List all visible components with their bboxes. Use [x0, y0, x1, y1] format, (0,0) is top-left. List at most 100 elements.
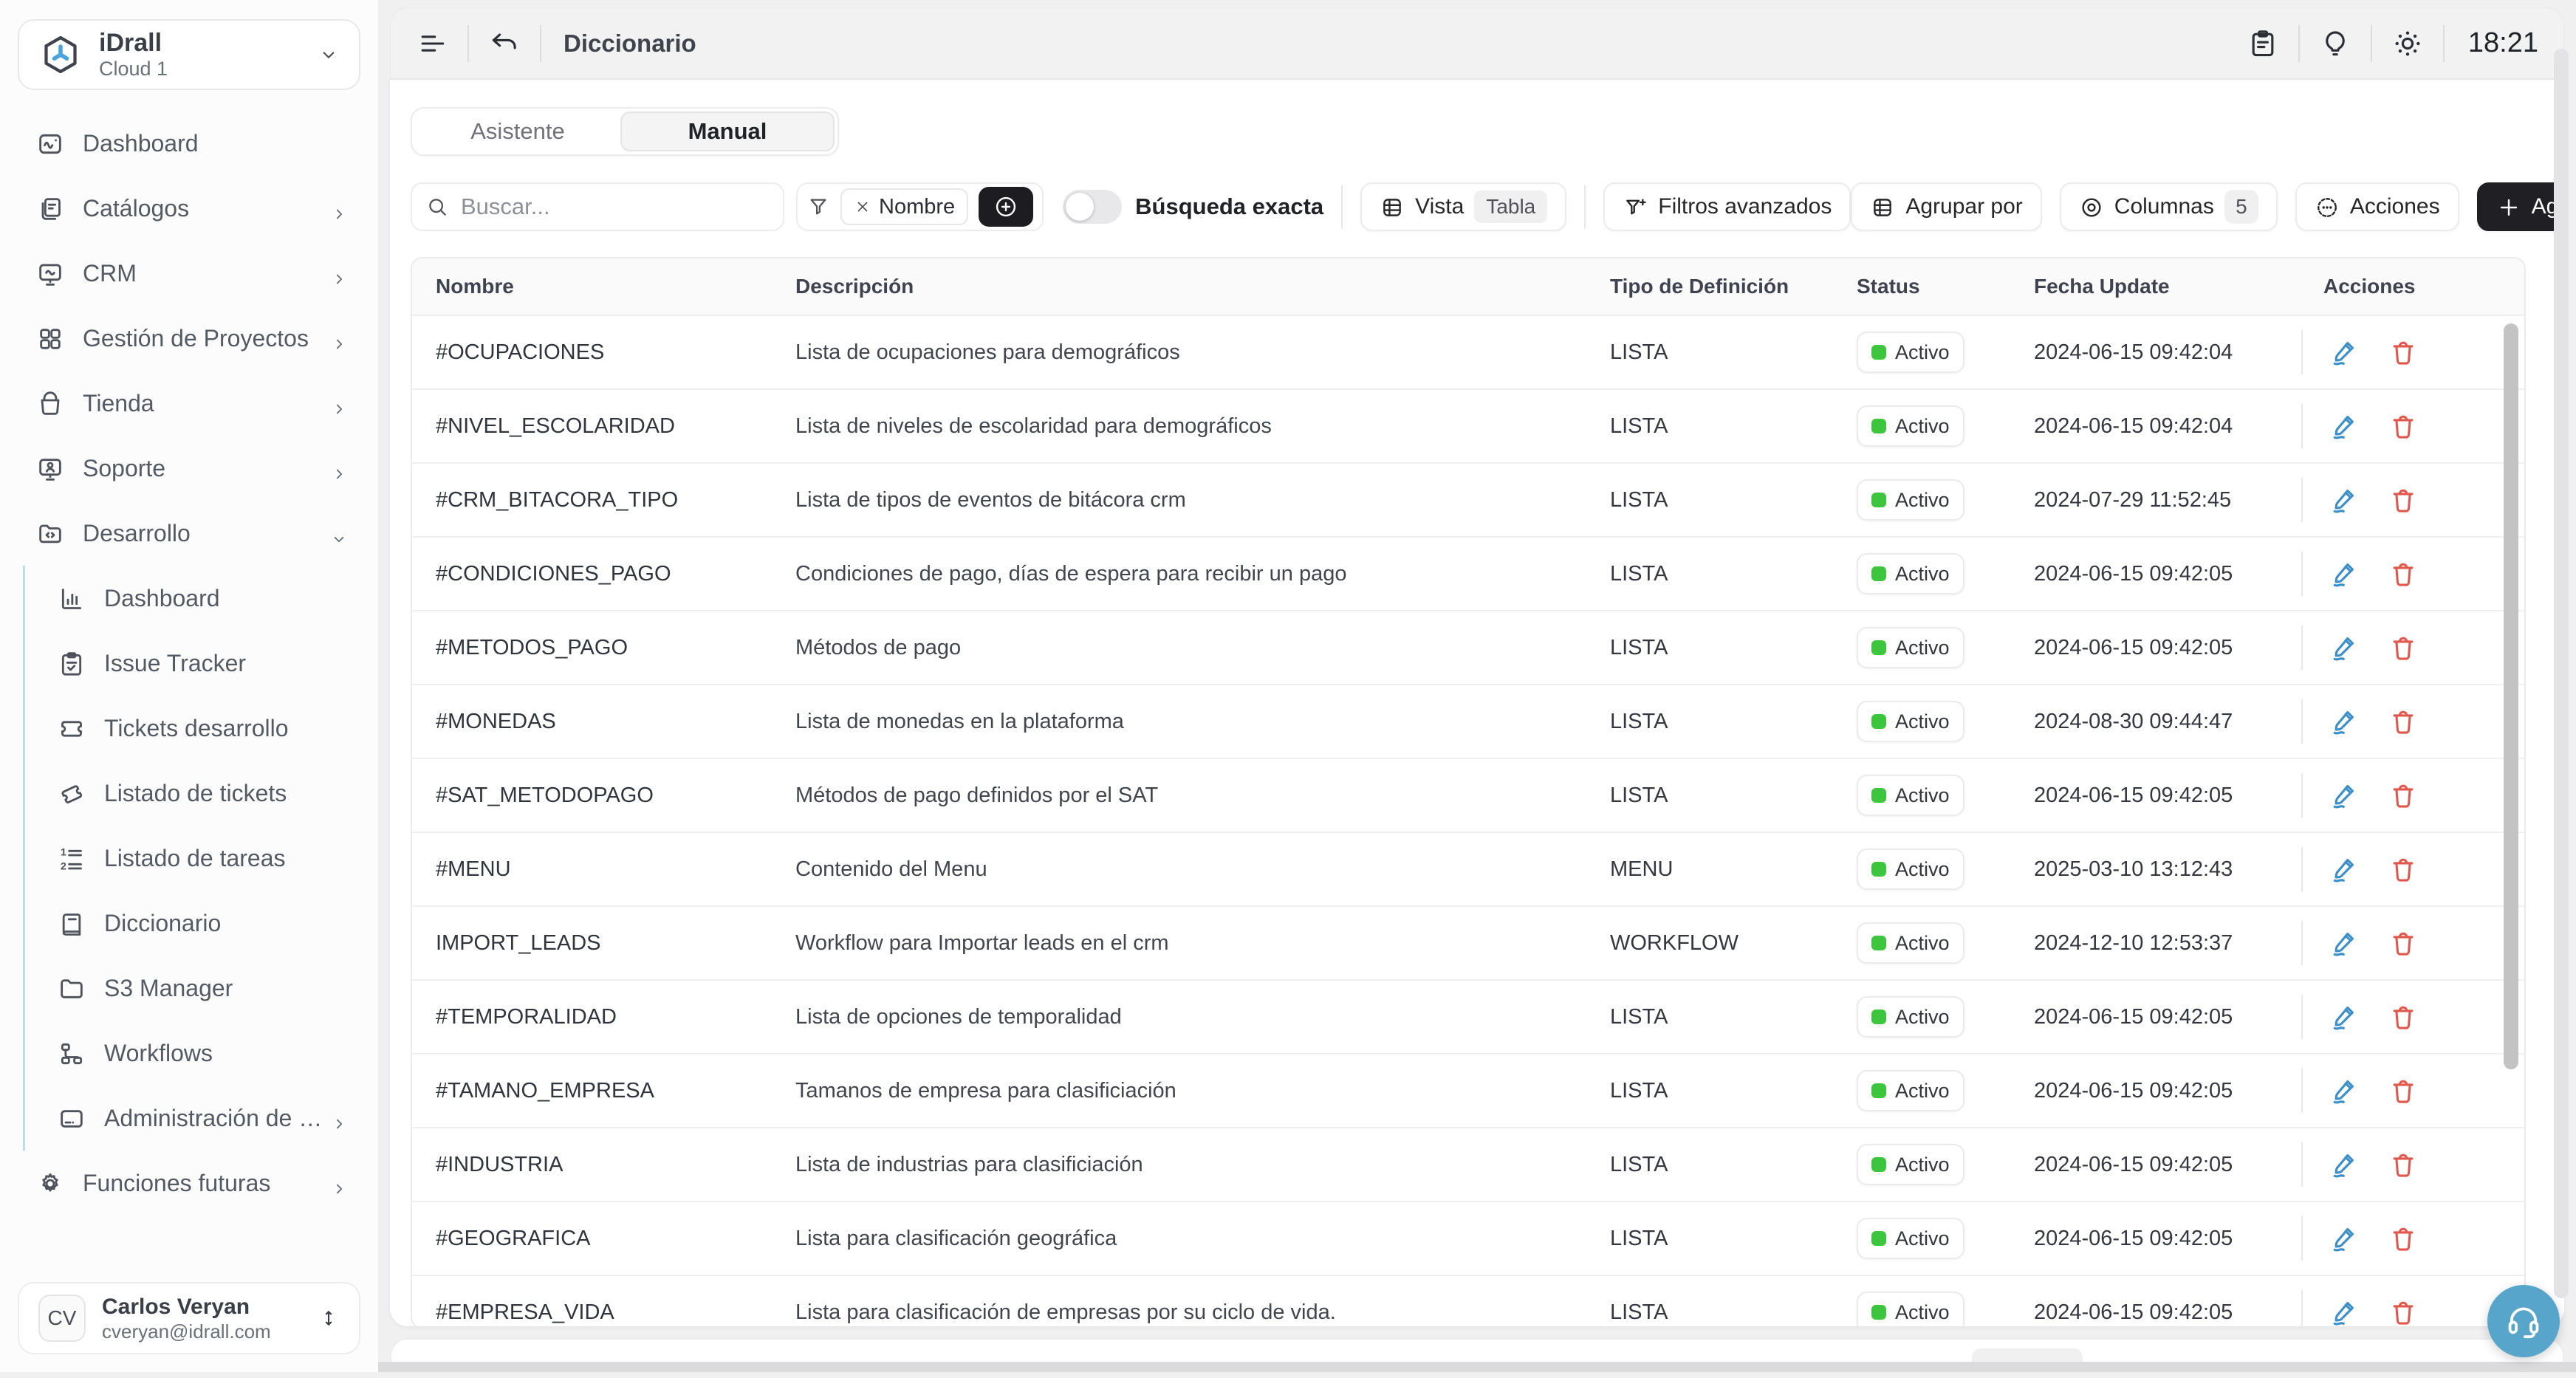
divider — [2301, 773, 2303, 817]
table-row[interactable]: #METODOS_PAGOMétodos de pagoLISTAActivo2… — [412, 611, 2524, 685]
trash-icon[interactable] — [2387, 484, 2419, 516]
chevron-right-icon — [329, 1108, 349, 1128]
s3-icon — [57, 973, 86, 1003]
trash-icon[interactable] — [2387, 779, 2419, 812]
table-row[interactable]: #SAT_METODOPAGOMétodos de pago definidos… — [412, 759, 2524, 833]
edit-icon[interactable] — [2328, 410, 2360, 442]
edit-icon[interactable] — [2328, 1001, 2360, 1033]
table-row[interactable]: #TEMPORALIDADLista de opciones de tempor… — [412, 981, 2524, 1055]
edit-icon[interactable] — [2328, 336, 2360, 369]
tab-manual[interactable]: Manual — [620, 112, 835, 151]
columns-button[interactable]: Columnas 5 — [2060, 182, 2278, 231]
table-row[interactable]: #OCUPACIONESLista de ocupaciones para de… — [412, 316, 2524, 390]
sidebar-item-listado-de-tareas[interactable]: 12Listado de tareas — [25, 826, 378, 891]
status-dot-icon — [1871, 640, 1886, 655]
window-scrollbar[interactable] — [2554, 49, 2569, 1298]
add-button[interactable]: Agregar — [2477, 182, 2564, 231]
trash-icon[interactable] — [2387, 1001, 2419, 1033]
table-scrollbar[interactable] — [2504, 323, 2518, 1069]
filter-chip-nombre[interactable]: Nombre — [840, 188, 968, 225]
table-row[interactable]: IMPORT_LEADSWorkflow para Importar leads… — [412, 907, 2524, 981]
sidebar-item-funciones-futuras[interactable]: Funciones futuras — [0, 1151, 378, 1216]
close-icon[interactable] — [854, 198, 871, 216]
edit-icon[interactable] — [2328, 1148, 2360, 1181]
edit-icon[interactable] — [2328, 779, 2360, 812]
header-fecha[interactable]: Fecha Update — [2034, 275, 2301, 298]
sidebar-item-soporte[interactable]: Soporte — [0, 436, 378, 501]
sidebar-item-tickets-desarrollo[interactable]: Tickets desarrollo — [25, 696, 378, 761]
table-row[interactable]: #MONEDASLista de monedas en la plataform… — [412, 685, 2524, 759]
user-menu[interactable]: CV Carlos Veryan cveryan@idrall.com — [18, 1282, 360, 1354]
edit-icon[interactable] — [2328, 1074, 2360, 1107]
trash-icon[interactable] — [2387, 336, 2419, 369]
table-row[interactable]: #CRM_BITACORA_TIPOLista de tipos de even… — [412, 464, 2524, 538]
table-row[interactable]: #TAMANO_EMPRESATamanos de empresa para c… — [412, 1055, 2524, 1128]
trash-icon[interactable] — [2387, 1296, 2419, 1326]
sidebar-item-listado-de-tickets[interactable]: Listado de tickets — [25, 761, 378, 826]
sidebar-item-s3-manager[interactable]: S3 Manager — [25, 956, 378, 1021]
sidebar-item-dashboard[interactable]: Dashboard — [0, 111, 378, 176]
edit-icon[interactable] — [2328, 927, 2360, 959]
sidebar-item-tienda[interactable]: Tienda — [0, 371, 378, 436]
chevron-down-icon — [329, 524, 349, 543]
header-nombre[interactable]: Nombre — [436, 275, 795, 298]
table-row[interactable]: #MENUContenido del MenuMENUActivo2025-03… — [412, 833, 2524, 907]
sidebar-item-gesti-n-de-proyectos[interactable]: Gestión de Proyectos — [0, 306, 378, 371]
edit-icon[interactable] — [2328, 558, 2360, 590]
table-row[interactable]: #GEOGRAFICALista para clasificación geog… — [412, 1202, 2524, 1276]
toolbar: Nombre Búsqueda exacta Vista Tabla Filtr… — [411, 182, 2544, 231]
edit-icon[interactable] — [2328, 1222, 2360, 1255]
edit-icon[interactable] — [2328, 853, 2360, 885]
add-filter-button[interactable] — [979, 187, 1033, 227]
sidebar-item-desarrollo[interactable]: Desarrollo — [0, 501, 378, 566]
trash-icon[interactable] — [2387, 1074, 2419, 1107]
header-status[interactable]: Status — [1857, 275, 2034, 298]
edit-icon[interactable] — [2328, 484, 2360, 516]
sidebar-item-administraci-n-de-us-[interactable]: Administración de us... — [25, 1086, 378, 1151]
sidebar-item-issue-tracker[interactable]: Issue Tracker — [25, 631, 378, 696]
sidebar-item-workflows[interactable]: Workflows — [25, 1021, 378, 1086]
cell-tipo: LISTA — [1610, 562, 1857, 586]
advanced-filters-button[interactable]: Filtros avanzados — [1603, 182, 1851, 231]
sidebar-item-cat-logos[interactable]: Catálogos — [0, 176, 378, 241]
table-row[interactable]: #EMPRESA_VIDALista para clasificación de… — [412, 1276, 2524, 1326]
view-button[interactable]: Vista Tabla — [1360, 182, 1566, 231]
sidebar-item-crm[interactable]: CRM — [0, 241, 378, 306]
table-row[interactable]: #INDUSTRIALista de industrias para clasi… — [412, 1128, 2524, 1202]
trash-icon[interactable] — [2387, 1222, 2419, 1255]
trash-icon[interactable] — [2387, 705, 2419, 738]
clipboard-icon[interactable] — [2247, 27, 2279, 60]
workspace-switcher[interactable]: iDrall Cloud 1 — [18, 19, 360, 90]
actions-button[interactable]: Acciones — [2295, 182, 2459, 231]
trash-icon[interactable] — [2387, 631, 2419, 664]
cell-acciones — [2301, 921, 2524, 965]
group-by-button[interactable]: Agrupar por — [1851, 182, 2041, 231]
trash-icon[interactable] — [2387, 558, 2419, 590]
trash-icon[interactable] — [2387, 853, 2419, 885]
table-row[interactable]: #NIVEL_ESCOLARIDADLista de niveles de es… — [412, 390, 2524, 464]
divider — [2371, 25, 2372, 62]
trash-icon[interactable] — [2387, 927, 2419, 959]
tab-asistente[interactable]: Asistente — [415, 112, 620, 151]
support-fab-button[interactable] — [2487, 1285, 2560, 1357]
table-row[interactable]: #CONDICIONES_PAGOCondiciones de pago, dí… — [412, 538, 2524, 611]
columns-visibility-icon — [2079, 194, 2104, 219]
edit-icon[interactable] — [2328, 631, 2360, 664]
header-descripcion[interactable]: Descripción — [795, 275, 1610, 298]
trash-icon[interactable] — [2387, 1148, 2419, 1181]
sidebar-collapse-icon[interactable] — [416, 27, 448, 60]
sun-theme-icon[interactable] — [2391, 27, 2424, 60]
edit-icon[interactable] — [2328, 1296, 2360, 1326]
sidebar-item-dashboard[interactable]: Dashboard — [25, 566, 378, 631]
exact-search-toggle[interactable] — [1063, 190, 1122, 224]
chevron-right-icon — [329, 199, 349, 218]
header-tipo[interactable]: Tipo de Definición — [1610, 275, 1857, 298]
divider — [2301, 995, 2303, 1039]
cell-status: Activo — [1857, 1292, 2034, 1326]
edit-icon[interactable] — [2328, 705, 2360, 738]
search-input[interactable] — [411, 182, 784, 231]
trash-icon[interactable] — [2387, 410, 2419, 442]
sidebar-item-diccionario[interactable]: Diccionario — [25, 891, 378, 956]
lightbulb-icon[interactable] — [2319, 27, 2351, 60]
back-undo-icon[interactable] — [488, 27, 521, 60]
